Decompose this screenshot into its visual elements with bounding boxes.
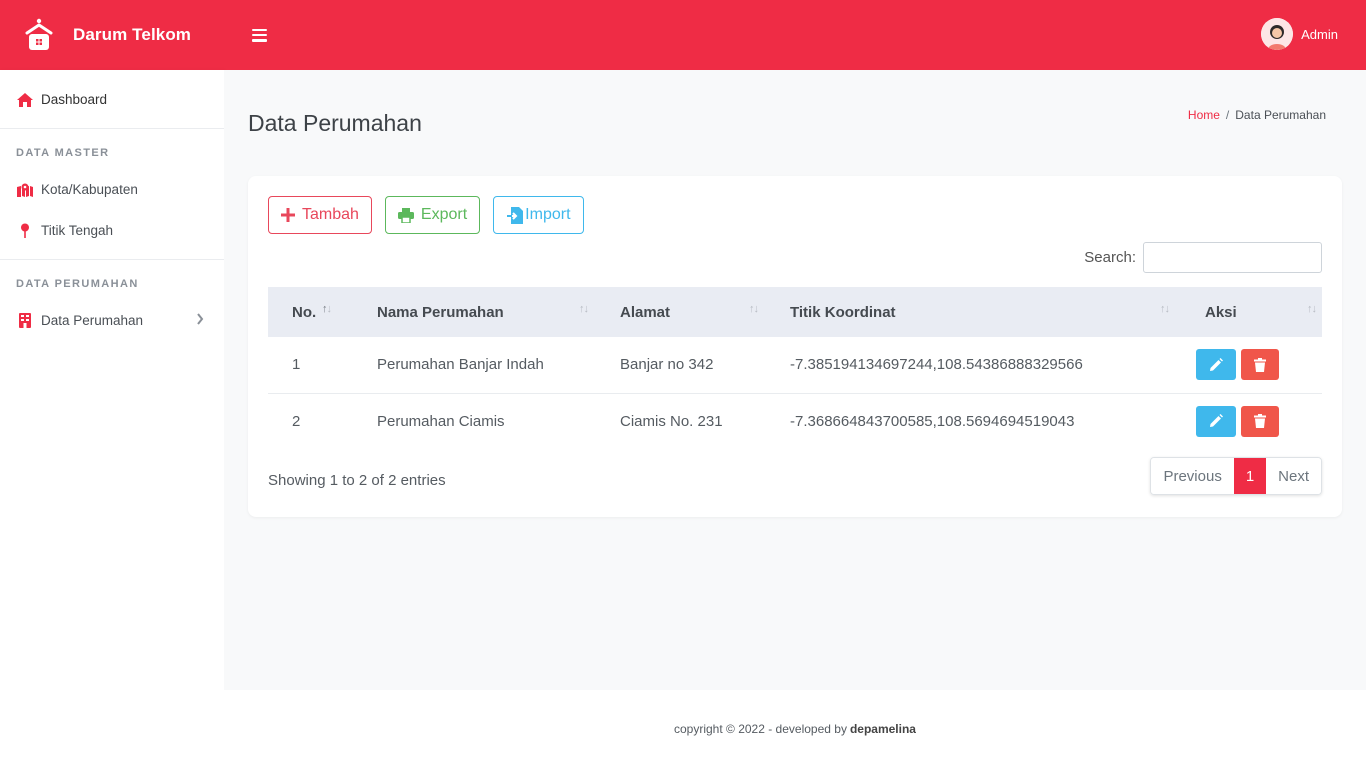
pagination-page-1[interactable]: 1 bbox=[1233, 458, 1267, 494]
sidebar-item-label: Kota/Kabupaten bbox=[41, 182, 138, 197]
sidebar-item-label: Data Perumahan bbox=[41, 313, 144, 328]
sort-asc-icon: ↑↓ bbox=[322, 303, 332, 315]
table-header-row: No. ↑↓ Nama Perumahan ↑↓ Alamat ↑↓ Titik Ko… bbox=[268, 287, 1322, 337]
column-header-aksi[interactable]: Aksi ↑↓ bbox=[1181, 287, 1322, 337]
building-icon bbox=[17, 313, 33, 329]
sort-icon: ↑↓ bbox=[749, 303, 759, 315]
table-row: 1 Perumahan Banjar Indah Banjar no 342 -… bbox=[268, 337, 1322, 394]
breadcrumb-separator: / bbox=[1225, 108, 1230, 122]
avatar bbox=[1261, 18, 1294, 50]
sort-icon: ↑↓ bbox=[1307, 303, 1317, 315]
table-info: Showing 1 to 2 of 2 entries bbox=[268, 472, 446, 489]
search-box: Search: bbox=[1084, 242, 1322, 273]
plus-icon bbox=[281, 208, 295, 222]
sidebar: Dashboard DATA MASTER Kota/Kabupaten Tit… bbox=[0, 70, 224, 768]
search-input[interactable] bbox=[1143, 242, 1322, 273]
brand[interactable]: Darum Telkom bbox=[0, 0, 224, 70]
home-icon bbox=[17, 92, 33, 108]
export-button[interactable]: Export bbox=[384, 196, 481, 234]
column-header-nama[interactable]: Nama Perumahan ↑↓ bbox=[353, 287, 596, 337]
cell-aksi bbox=[1181, 337, 1322, 394]
edit-button[interactable] bbox=[1196, 349, 1236, 381]
import-label: Import bbox=[525, 206, 571, 223]
trash-icon bbox=[1254, 414, 1267, 429]
data-table: No. ↑↓ Nama Perumahan ↑↓ Alamat ↑↓ Titik Ko… bbox=[268, 287, 1322, 449]
sidebar-item-label: Dashboard bbox=[41, 92, 108, 107]
cell-aksi bbox=[1181, 393, 1322, 449]
pagination-previous[interactable]: Previous bbox=[1151, 458, 1234, 494]
trash-icon bbox=[1254, 357, 1267, 372]
user-avatar-icon bbox=[1261, 18, 1294, 50]
export-label: Export bbox=[420, 206, 468, 223]
sidebar-item-data-perumahan[interactable]: Data Perumahan bbox=[0, 300, 224, 341]
tambah-button[interactable]: Tambah bbox=[268, 196, 372, 234]
pencil-icon bbox=[1210, 357, 1223, 371]
page-title: Data Perumahan bbox=[248, 110, 422, 136]
house-logo-icon bbox=[25, 18, 53, 50]
table-row: 2 Perumahan Ciamis Ciamis No. 231 -7.368… bbox=[268, 393, 1322, 449]
tambah-label: Tambah bbox=[302, 206, 359, 223]
brand-name: Darum Telkom bbox=[73, 25, 192, 44]
printer-icon bbox=[397, 207, 414, 223]
sidebar-heading-perumahan: DATA PERUMAHAN bbox=[16, 278, 139, 290]
column-header-no[interactable]: No. ↑↓ bbox=[268, 287, 353, 337]
delete-button[interactable] bbox=[1241, 349, 1280, 381]
sort-icon: ↑↓ bbox=[1160, 303, 1170, 315]
pagination: Previous 1 Next bbox=[1150, 457, 1322, 495]
footer-text: copyright © 2022 - developed by bbox=[674, 722, 847, 736]
data-card: Tambah Export Import Search: No. ↑↓ Nama … bbox=[248, 176, 1342, 517]
cell-alamat: Ciamis No. 231 bbox=[620, 412, 723, 430]
top-navbar: Darum Telkom Admin bbox=[0, 0, 1366, 70]
sidebar-item-kota[interactable]: Kota/Kabupaten bbox=[0, 169, 224, 210]
footer: copyright © 2022 - developed by depamelin… bbox=[224, 690, 1366, 768]
cell-titik: -7.385194134697244,108.54386888329566 bbox=[766, 337, 1181, 394]
pencil-icon bbox=[1210, 414, 1223, 428]
chevron-right-icon bbox=[197, 313, 204, 325]
footer-author: depamelina bbox=[849, 722, 916, 736]
cell-titik: -7.368664843700585,108.5694694519043 bbox=[790, 412, 1075, 430]
map-pin-icon bbox=[17, 223, 33, 239]
cell-nama: Perumahan Banjar Indah bbox=[353, 337, 596, 394]
menu-toggle-icon[interactable] bbox=[252, 28, 267, 42]
breadcrumb: Home / Data Perumahan bbox=[1188, 108, 1326, 122]
user-menu[interactable]: Admin bbox=[1261, 18, 1338, 50]
cell-alamat: Banjar no 342 bbox=[596, 337, 766, 394]
cell-no: 1 bbox=[268, 337, 353, 394]
sidebar-heading-master: DATA MASTER bbox=[16, 147, 110, 159]
file-import-icon bbox=[507, 206, 524, 224]
main-content: Data Perumahan Home / Data Perumahan Tamba… bbox=[224, 70, 1366, 690]
user-name: Admin bbox=[1301, 26, 1338, 42]
column-header-alamat[interactable]: Alamat ↑↓ bbox=[596, 287, 766, 337]
breadcrumb-current: Data Perumahan bbox=[1235, 108, 1326, 122]
sort-icon: ↑↓ bbox=[579, 303, 589, 315]
import-button[interactable]: Import bbox=[493, 196, 584, 234]
pagination-next[interactable]: Next bbox=[1266, 458, 1321, 494]
search-label: Search: bbox=[1084, 249, 1136, 266]
sidebar-item-dashboard[interactable]: Dashboard bbox=[0, 79, 224, 120]
sidebar-item-label: Titik Tengah bbox=[41, 223, 114, 238]
cell-nama: Perumahan Ciamis bbox=[377, 412, 505, 430]
delete-button[interactable] bbox=[1241, 405, 1280, 437]
cell-no: 2 bbox=[292, 412, 301, 430]
map-marked-icon bbox=[17, 182, 33, 198]
sidebar-item-titik-tengah[interactable]: Titik Tengah bbox=[0, 210, 224, 251]
edit-button[interactable] bbox=[1196, 405, 1236, 437]
breadcrumb-home[interactable]: Home bbox=[1188, 108, 1220, 122]
toolbar: Tambah Export Import bbox=[268, 196, 597, 234]
column-header-titik[interactable]: Titik Koordinat ↑↓ bbox=[766, 287, 1181, 337]
